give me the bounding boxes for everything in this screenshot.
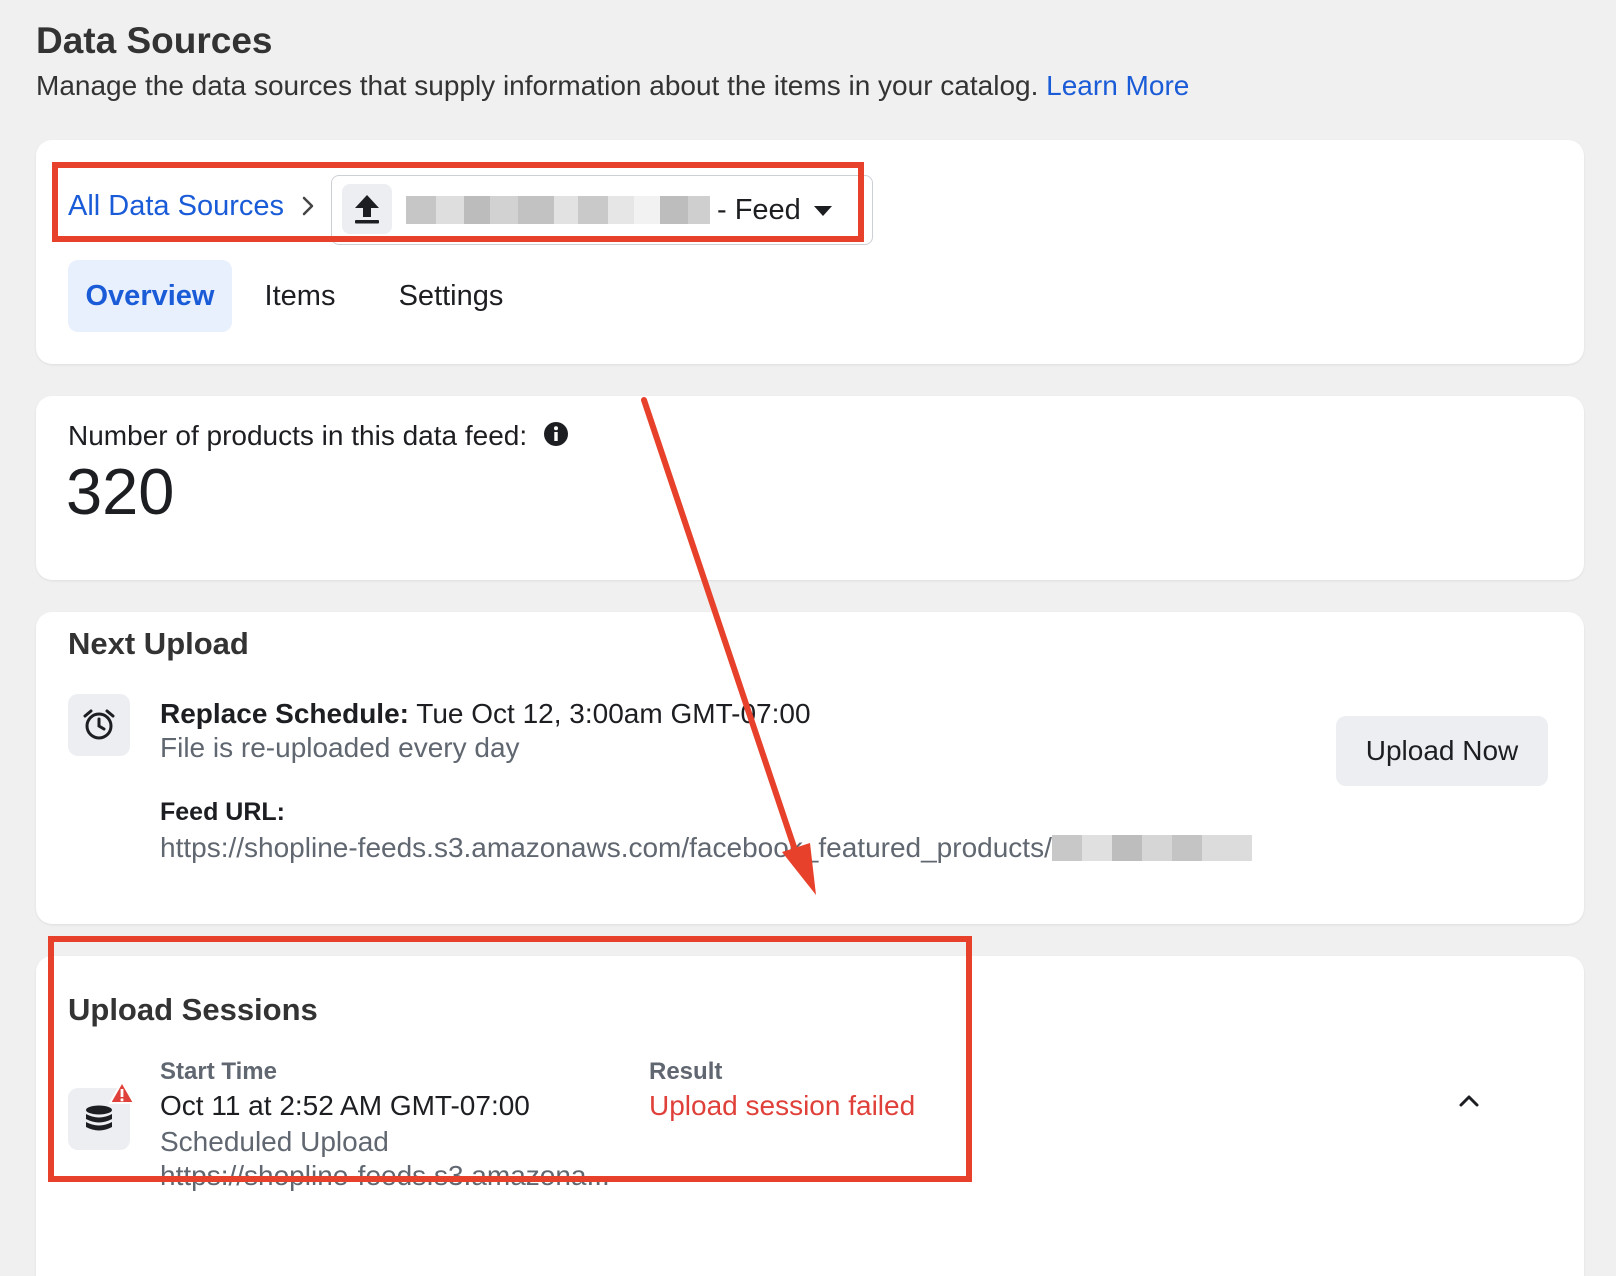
database-icon <box>86 1105 112 1131</box>
upload-now-button[interactable]: Upload Now <box>1336 716 1548 786</box>
session-url: https://shopline-feeds.s3.amazona... <box>160 1160 610 1191</box>
upload-sessions-title: Upload Sessions <box>68 992 318 1027</box>
warning-icon <box>109 1081 135 1104</box>
replace-schedule-value: Tue Oct 12, 3:00am GMT-07:00 <box>416 698 811 729</box>
info-icon[interactable] <box>543 421 569 447</box>
alarm-clock-icon <box>83 709 115 740</box>
upload-sessions-card: Upload Sessions Start Time Result Oct 11… <box>36 956 1584 1276</box>
session-result: Upload session failed <box>649 1090 916 1121</box>
tab-settings[interactable]: Settings <box>381 260 521 332</box>
feed-url-value: https://shopline-feeds.s3.amazonaws.com/… <box>160 832 1052 863</box>
upload-icon <box>355 195 379 224</box>
redacted-source-name <box>406 196 716 224</box>
start-time-header: Start Time <box>160 1058 277 1085</box>
chevron-right-icon <box>302 196 314 216</box>
session-upload-type: Scheduled Upload <box>160 1126 389 1157</box>
session-start-time: Oct 11 at 2:52 AM GMT-07:00 <box>160 1090 530 1121</box>
redacted-feed-filename <box>1051 835 1252 861</box>
data-source-header-card: All Data Sources - Feed Overview Items S… <box>36 140 1584 364</box>
data-source-name: - Feed <box>717 194 801 226</box>
schedule-icon-box <box>68 694 130 756</box>
product-count-label-row: Number of products in this data feed: <box>68 420 569 452</box>
replace-schedule-label: Replace Schedule: <box>160 698 409 729</box>
page-subtitle: Manage the data sources that supply info… <box>36 70 1189 102</box>
next-upload-card: Next Upload Replace Schedule: Tue Oct 12… <box>36 612 1584 924</box>
result-header: Result <box>649 1058 723 1085</box>
page-title: Data Sources <box>36 20 273 61</box>
replace-schedule: Replace Schedule: Tue Oct 12, 3:00am GMT… <box>160 698 811 730</box>
product-count-value: 320 <box>66 455 175 528</box>
product-count-card: Number of products in this data feed: 32… <box>36 396 1584 580</box>
all-data-sources-link[interactable]: All Data Sources <box>68 190 284 223</box>
tab-items[interactable]: Items <box>249 260 351 332</box>
session-icon-box <box>68 1081 135 1150</box>
caret-down-icon <box>814 206 832 216</box>
learn-more-link[interactable]: Learn More <box>1046 70 1189 101</box>
tab-overview[interactable]: Overview <box>68 260 232 332</box>
next-upload-title: Next Upload <box>68 626 249 661</box>
chevron-up-icon[interactable] <box>1452 1084 1486 1118</box>
upload-icon-box <box>342 184 392 234</box>
data-source-dropdown[interactable]: - Feed <box>331 175 873 245</box>
upload-frequency: File is re-uploaded every day <box>160 732 520 763</box>
page-subtitle-text: Manage the data sources that supply info… <box>36 70 1039 101</box>
product-count-label: Number of products in this data feed: <box>68 420 528 451</box>
feed-url-row: https://shopline-feeds.s3.amazonaws.com/… <box>160 832 1252 864</box>
feed-url-label: Feed URL: <box>160 798 285 826</box>
